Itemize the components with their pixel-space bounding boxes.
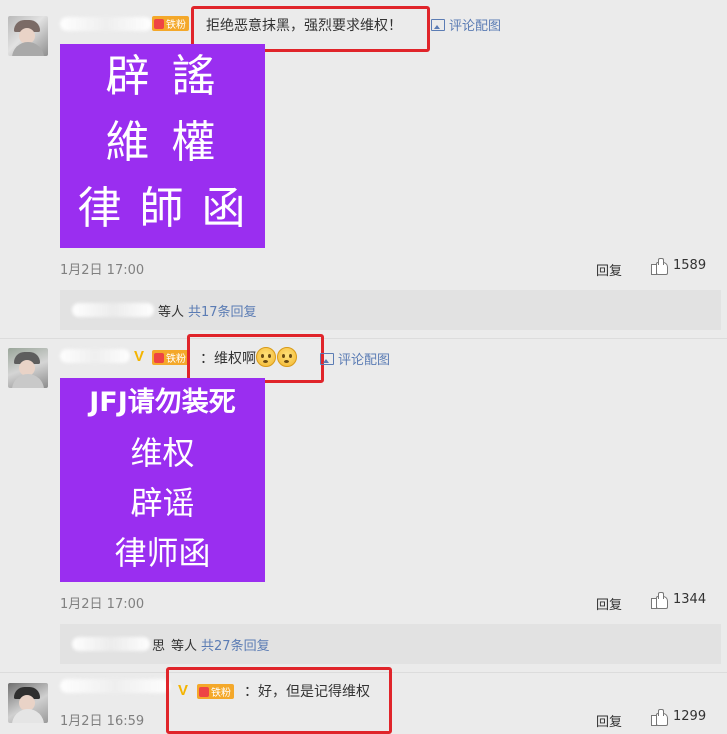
view-replies-link[interactable]: 共27条回复: [201, 635, 270, 654]
comment-text: 拒绝恶意抹黑，强烈要求维权！: [206, 18, 402, 34]
dizzy-face-emoji-icon: [256, 347, 276, 367]
divider: [0, 338, 727, 339]
comment-time: 1月2日 17:00: [60, 597, 145, 612]
like-button[interactable]: 1589: [651, 258, 707, 275]
fan-badge-label: 铁粉: [166, 354, 186, 365]
comment-text: ：维权啊: [200, 347, 297, 368]
comment-image-link[interactable]: 评论配图: [320, 349, 390, 368]
replier-names-blurred: [72, 637, 150, 651]
like-count: 1344: [673, 592, 707, 607]
image-line: 辟谣: [130, 484, 195, 522]
like-count: 1589: [673, 258, 707, 273]
image-line: 维权: [130, 434, 195, 472]
fan-badge: 铁粉: [152, 350, 189, 365]
reply-summary-prefix: 等人: [171, 638, 198, 654]
image-icon: [431, 18, 445, 31]
reply-summary-prefix: 等人: [158, 304, 185, 320]
comment-image[interactable]: JFJ请勿装死 维权 辟谣 律师函: [60, 378, 265, 582]
like-count: 1299: [673, 709, 707, 724]
comment-text-content: ：维权啊: [200, 351, 256, 367]
replier-name-tail: 思: [152, 638, 166, 654]
user-avatar[interactable]: [8, 16, 48, 56]
reply-summary: 思 等人 共27条回复: [60, 624, 721, 664]
like-button[interactable]: 1299: [651, 709, 707, 726]
user-avatar[interactable]: [8, 683, 48, 723]
view-replies-link[interactable]: 共17条回复: [188, 301, 257, 320]
thumbs-up-icon: [651, 709, 668, 726]
comment-image-link[interactable]: 评论配图: [431, 15, 501, 34]
image-icon: [320, 352, 334, 365]
reply-button[interactable]: 回复: [596, 260, 622, 279]
replier-names-blurred: [72, 303, 154, 317]
username-blurred[interactable]: [60, 349, 130, 363]
thumbs-up-icon: [651, 592, 668, 609]
reply-summary: 等人 共17条回复: [60, 290, 721, 330]
comment-text: ：好，但是记得维权: [244, 684, 370, 700]
image-line: 律 師 函: [77, 183, 248, 234]
comment-image-link-label: 评论配图: [449, 19, 502, 34]
reply-button[interactable]: 回复: [596, 594, 622, 613]
thumbs-up-icon: [651, 258, 668, 275]
verified-icon: V: [134, 348, 145, 365]
comment-time: 1月2日 17:00: [60, 263, 145, 278]
username-blurred[interactable]: [60, 17, 152, 31]
reply-button[interactable]: 回复: [596, 711, 622, 730]
fan-icon: [154, 18, 164, 29]
comment-image[interactable]: 辟 謠 維 權 律 師 函: [60, 44, 265, 248]
username-blurred[interactable]: [60, 679, 170, 693]
image-line: 辟 謠: [105, 51, 220, 102]
comment-time: 1月2日 16:59: [60, 714, 145, 729]
fan-icon: [154, 352, 164, 363]
user-avatar[interactable]: [8, 348, 48, 388]
comment-image-link-label: 评论配图: [338, 353, 391, 368]
image-line: 維 權: [105, 117, 220, 168]
image-line: JFJ请勿装死: [89, 387, 236, 418]
image-line: 律师函: [114, 534, 211, 572]
fan-badge: 铁粉: [152, 16, 189, 31]
fan-badge-label: 铁粉: [166, 20, 186, 31]
like-button[interactable]: 1344: [651, 592, 707, 609]
dizzy-face-emoji-icon: [277, 347, 297, 367]
